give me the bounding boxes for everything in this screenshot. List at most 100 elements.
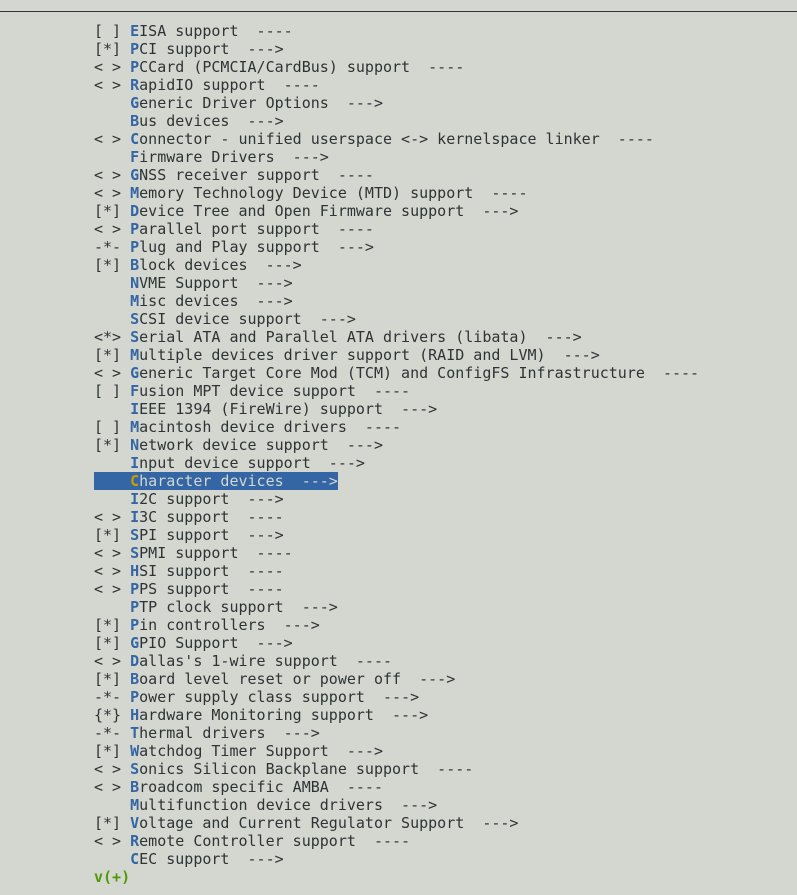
menu-item[interactable]: < > PCCard (PCMCIA/CardBus) support ----: [94, 58, 699, 76]
menu-item[interactable]: [*] Device Tree and Open Firmware suppor…: [94, 202, 699, 220]
menu-item[interactable]: [*] Voltage and Current Regulator Suppor…: [94, 814, 699, 832]
menu-item[interactable]: Multifunction device drivers --->: [94, 796, 699, 814]
menu-item-label: us devices --->: [139, 112, 284, 130]
option-state: < >: [94, 130, 131, 148]
menu-item[interactable]: IEEE 1394 (FireWire) support --->: [94, 400, 699, 418]
hotkey-letter: B: [130, 778, 140, 796]
option-state: < >: [94, 580, 131, 598]
menu-item[interactable]: < > HSI support ----: [94, 562, 699, 580]
menu-item[interactable]: < > Generic Target Core Mod (TCM) and Co…: [94, 364, 699, 382]
hotkey-letter: I: [130, 490, 140, 508]
menu-item-label: 2C support --->: [139, 490, 284, 508]
hotkey-letter: S: [130, 526, 140, 544]
option-state: [ ]: [94, 418, 131, 436]
menu-item[interactable]: < > Broadcom specific AMBA ----: [94, 778, 699, 796]
menu-item[interactable]: Bus devices --->: [94, 112, 699, 130]
hotkey-letter: G: [130, 94, 140, 112]
menu-item-label: ultiple devices driver support (RAID and…: [139, 346, 600, 364]
option-state: [94, 490, 130, 508]
menu-item-label: CSI device support --->: [139, 310, 356, 328]
menu-item[interactable]: <*> Serial ATA and Parallel ATA drivers …: [94, 328, 699, 346]
menu-item[interactable]: NVME Support --->: [94, 274, 699, 292]
option-state: [*]: [94, 346, 131, 364]
menu-item[interactable]: < > PPS support ----: [94, 580, 699, 598]
menu-item[interactable]: CEC support --->: [94, 850, 699, 868]
option-state: [94, 292, 130, 310]
menu-item[interactable]: < > RapidIO support ----: [94, 76, 699, 94]
hotkey-letter: P: [130, 580, 140, 598]
menu-item[interactable]: < > GNSS receiver support ----: [94, 166, 699, 184]
menu-item[interactable]: < > I3C support ----: [94, 508, 699, 526]
menu-item[interactable]: Misc devices --->: [94, 292, 699, 310]
menu-item[interactable]: {*} Hardware Monitoring support --->: [94, 706, 699, 724]
menu-item[interactable]: < > Parallel port support ----: [94, 220, 699, 238]
menu-item[interactable]: < > Connector - unified userspace <-> ke…: [94, 130, 699, 148]
menu-item[interactable]: [ ] EISA support ----: [94, 22, 699, 40]
option-state: [94, 400, 130, 418]
menu-item[interactable]: [*] Board level reset or power off --->: [94, 670, 699, 688]
menu-item-label: SI support ----: [139, 562, 284, 580]
top-border: [0, 11, 797, 12]
menu-item[interactable]: < > SPMI support ----: [94, 544, 699, 562]
hotkey-letter: M: [130, 796, 140, 814]
menu-item-label: ISA support ----: [139, 22, 293, 40]
menu-item-label: eneric Target Core Mod (TCM) and ConfigF…: [139, 364, 700, 382]
menu-item[interactable]: Input device support --->: [94, 454, 699, 472]
option-state: [94, 598, 130, 616]
menu-item[interactable]: < > Memory Technology Device (MTD) suppo…: [94, 184, 699, 202]
menu-item[interactable]: [*] Network device support --->: [94, 436, 699, 454]
option-state: [94, 850, 130, 868]
menu-item[interactable]: Firmware Drivers --->: [94, 148, 699, 166]
menu-item[interactable]: [*] Block devices --->: [94, 256, 699, 274]
menu-item[interactable]: [*] Watchdog Timer Support --->: [94, 742, 699, 760]
menu-item[interactable]: -*- Thermal drivers --->: [94, 724, 699, 742]
menu-item[interactable]: [*] SPI support --->: [94, 526, 699, 544]
menu-item-label: EEE 1394 (FireWire) support --->: [139, 400, 438, 418]
menu-item[interactable]: -*- Power supply class support --->: [94, 688, 699, 706]
menu-item[interactable]: [ ] Macintosh device drivers ----: [94, 418, 699, 436]
option-state: < >: [94, 184, 131, 202]
option-state: < >: [94, 778, 131, 796]
hotkey-letter: D: [130, 202, 140, 220]
hotkey-letter: B: [130, 256, 140, 274]
menu-item[interactable]: [*] GPIO Support --->: [94, 634, 699, 652]
hotkey-letter: C: [130, 850, 140, 868]
hotkey-letter: I: [130, 508, 140, 526]
menu-item[interactable]: [*] Multiple devices driver support (RAI…: [94, 346, 699, 364]
menu-item-label: evice Tree and Open Firmware support ---…: [139, 202, 519, 220]
hotkey-letter: M: [130, 418, 140, 436]
menu-item[interactable]: < > Sonics Silicon Backplane support ---…: [94, 760, 699, 778]
menu-item-label: onics Silicon Backplane support ----: [139, 760, 474, 778]
menu-item[interactable]: Generic Driver Options --->: [94, 94, 699, 112]
option-state: < >: [94, 76, 131, 94]
option-state: <*>: [94, 328, 131, 346]
menu-item-label: EC support --->: [139, 850, 284, 868]
option-state: -*-: [94, 238, 131, 256]
menu-item[interactable]: < > Remote Controller support ----: [94, 832, 699, 850]
menu-item[interactable]: PTP clock support --->: [94, 598, 699, 616]
menu-item[interactable]: [*] Pin controllers --->: [94, 616, 699, 634]
menu-item[interactable]: Character devices --->: [94, 472, 338, 490]
menu-item[interactable]: [ ] Fusion MPT device support ----: [94, 382, 699, 400]
menu-list: [ ] EISA support ---- [*] PCI support ---…: [94, 22, 699, 868]
option-state: < >: [94, 58, 131, 76]
menu-item[interactable]: < > Dallas's 1-wire support ----: [94, 652, 699, 670]
option-state: -*-: [94, 724, 131, 742]
hotkey-letter: B: [130, 112, 140, 130]
hotkey-letter: M: [130, 184, 140, 202]
option-state: -*-: [94, 688, 131, 706]
menu-item-label: PS support ----: [139, 580, 284, 598]
menu-item[interactable]: [*] PCI support --->: [94, 40, 699, 58]
menu-item-label: CCard (PCMCIA/CardBus) support ----: [139, 58, 465, 76]
option-state: < >: [94, 544, 131, 562]
menu-item-label: erial ATA and Parallel ATA drivers (liba…: [139, 328, 582, 346]
menu-item-label: isc devices --->: [139, 292, 293, 310]
menu-item[interactable]: I2C support --->: [94, 490, 699, 508]
menu-item[interactable]: -*- Plug and Play support --->: [94, 238, 699, 256]
hotkey-letter: C: [130, 472, 140, 490]
menu-item-label: allas's 1-wire support ----: [139, 652, 393, 670]
menu-item-label: oltage and Current Regulator Support ---…: [139, 814, 519, 832]
menu-item[interactable]: SCSI device support --->: [94, 310, 699, 328]
hotkey-letter: E: [130, 22, 140, 40]
option-state: [*]: [94, 742, 131, 760]
